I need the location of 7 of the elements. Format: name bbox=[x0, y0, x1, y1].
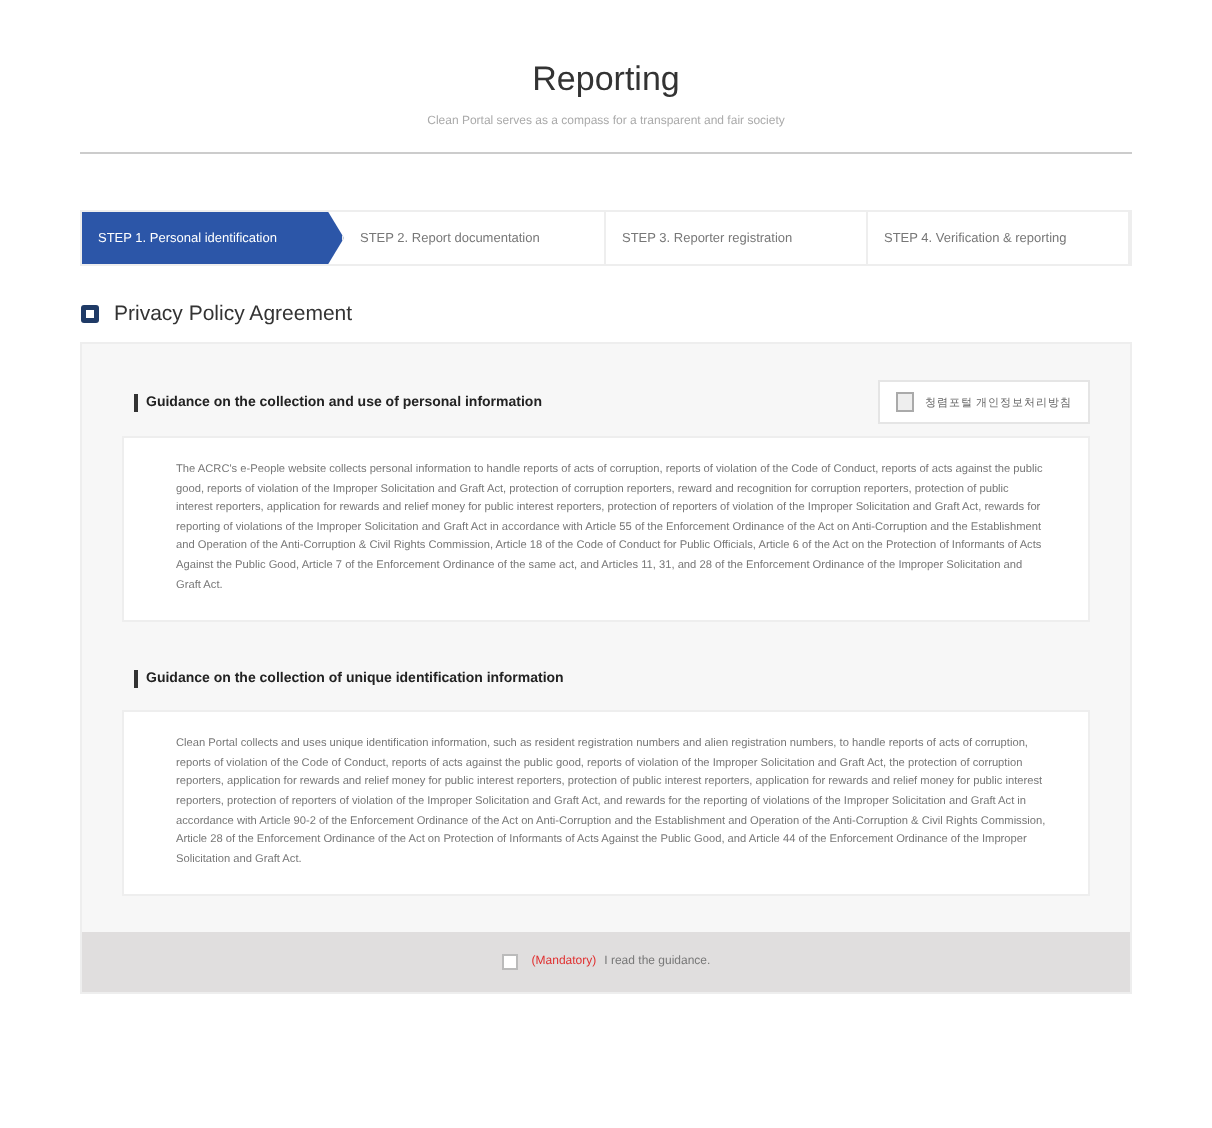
marker-icon bbox=[134, 393, 138, 411]
marker-icon bbox=[134, 669, 138, 688]
agree-checkbox[interactable] bbox=[501, 954, 518, 971]
checkbox-icon bbox=[80, 304, 100, 324]
document-icon bbox=[896, 392, 915, 412]
section-title: Privacy Policy Agreement bbox=[114, 302, 353, 326]
page-title: Reporting bbox=[530, 60, 682, 100]
